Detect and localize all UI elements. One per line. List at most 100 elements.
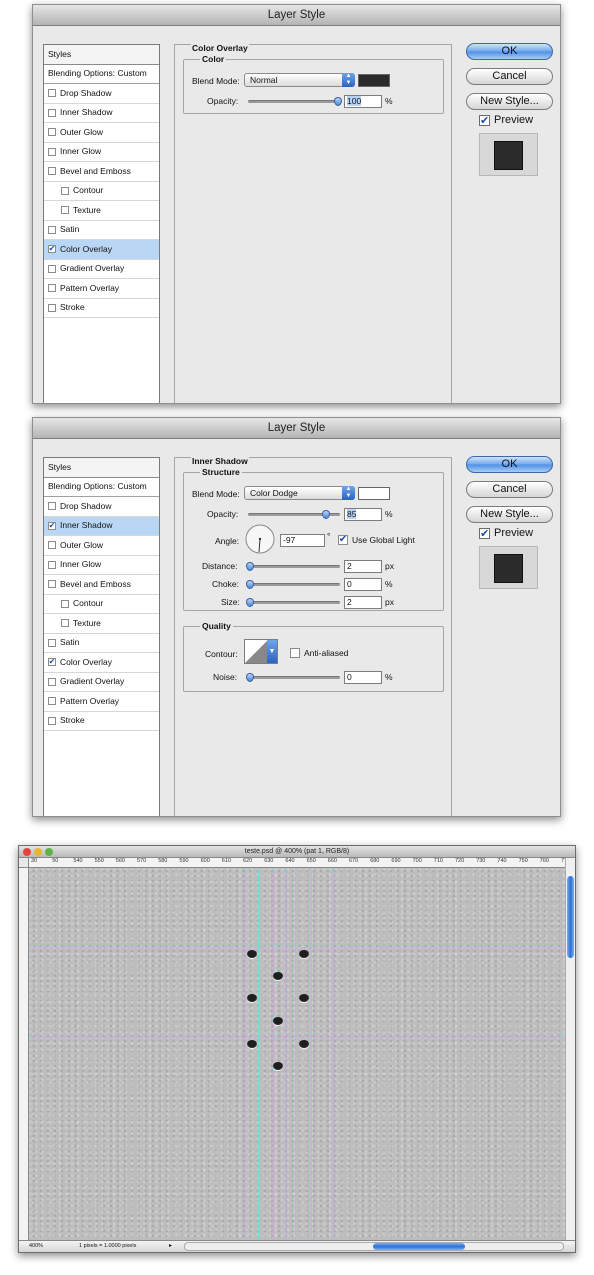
ok-button[interactable]: OK [466,456,553,473]
opacity-slider[interactable] [248,97,342,106]
style-item-inner-glow[interactable]: Inner Glow [44,556,159,575]
distance-slider[interactable] [246,562,340,571]
checkbox-box[interactable] [48,502,56,511]
checkbox-box[interactable] [48,264,56,273]
checkbox-box[interactable] [48,716,56,725]
vertical-scrollbar[interactable] [565,858,575,1242]
angle-dial[interactable] [244,523,276,555]
overlay-color-swatch[interactable] [358,74,390,87]
checkbox-box[interactable] [48,560,56,569]
cancel-button[interactable]: Cancel [466,481,553,498]
checkmark-icon[interactable]: ✔ [48,245,56,254]
checkbox-box[interactable] [48,541,56,550]
opacity-input[interactable]: 85 [344,508,382,521]
choke-slider[interactable] [246,580,340,589]
style-item-satin[interactable]: Satin [44,221,159,240]
style-item-contour[interactable]: Contour [44,595,159,614]
checkbox-box[interactable] [61,619,69,628]
style-item-satin[interactable]: Satin [44,634,159,653]
blending-options-item[interactable]: Blending Options: Custom [44,65,159,84]
checkbox-box[interactable] [48,303,56,312]
style-item-texture[interactable]: Texture [44,201,159,221]
choke-input[interactable]: 0 [344,578,382,591]
distance-input[interactable]: 2 [344,560,382,573]
size-input[interactable]: 2 [344,596,382,609]
shadow-color-swatch[interactable] [358,487,390,500]
checkbox-box[interactable] [48,167,56,176]
style-item-stroke[interactable]: Stroke [44,712,159,731]
checkbox-box[interactable] [48,580,56,589]
preview-checkbox[interactable]: ✔ Preview [479,527,533,539]
slider-knob[interactable] [246,562,254,571]
slider-knob[interactable] [322,510,330,519]
anti-aliased-checkbox[interactable]: Anti-aliased [290,648,348,658]
checkbox-box[interactable] [48,225,56,234]
style-item-bevel-and-emboss[interactable]: Bevel and Emboss [44,575,159,595]
slider-knob[interactable] [246,673,254,682]
new-style-button[interactable]: New Style... [466,506,553,523]
style-item-inner-shadow[interactable]: ✔ Inner Shadow [44,516,159,536]
style-item-color-overlay[interactable]: ✔ Color Overlay [44,653,159,673]
zoom-level[interactable]: 400% [29,1241,43,1252]
checkmark-icon[interactable]: ✔ [48,658,56,667]
style-item-inner-shadow[interactable]: Inner Shadow [44,104,159,123]
scrollbar-thumb[interactable] [567,876,574,958]
noise-slider[interactable] [246,673,340,682]
opacity-slider[interactable] [248,510,340,519]
checkbox-box[interactable] [48,89,56,98]
style-item-pattern-overlay[interactable]: Pattern Overlay [44,692,159,712]
cancel-button[interactable]: Cancel [466,68,553,85]
size-slider[interactable] [246,598,340,607]
style-item-outer-glow[interactable]: Outer Glow [44,536,159,556]
slider-knob[interactable] [246,598,254,607]
checkbox-box[interactable] [61,206,69,215]
checkbox-box[interactable] [61,186,69,195]
status-menu-arrow-icon[interactable]: ▸ [169,1241,172,1252]
ruler-origin[interactable] [19,858,29,868]
style-item-gradient-overlay[interactable]: Gradient Overlay [44,260,159,279]
scrollbar-thumb[interactable] [373,1243,465,1250]
contour-picker[interactable]: ▼ [244,639,278,664]
use-global-light-checkbox[interactable]: ✔ Use Global Light [338,535,415,545]
checkbox-box[interactable] [48,128,56,137]
checkmark-icon[interactable]: ✔ [48,521,56,530]
blend-mode-select[interactable]: Color Dodge ▲ ▼ [244,486,355,500]
noise-input[interactable]: 0 [344,671,382,684]
style-item-stroke[interactable]: Stroke [44,299,159,318]
styles-header[interactable]: Styles [44,45,159,65]
checkbox-box[interactable] [61,599,69,608]
blend-mode-select[interactable]: Normal ▲ ▼ [244,73,355,87]
new-style-button[interactable]: New Style... [466,93,553,110]
checkbox-box[interactable] [48,284,56,293]
style-item-texture[interactable]: Texture [44,614,159,634]
checkbox-box[interactable] [48,697,56,706]
style-item-drop-shadow[interactable]: Drop Shadow [44,84,159,104]
checkbox-box[interactable] [48,147,56,156]
style-item-drop-shadow[interactable]: Drop Shadow [44,497,159,517]
minimize-window-icon[interactable] [34,848,42,856]
angle-input[interactable]: -97 [280,534,325,547]
style-item-gradient-overlay[interactable]: Gradient Overlay [44,673,159,692]
checkbox-box[interactable] [48,108,56,117]
preview-checkbox[interactable]: ✔ Preview [479,114,533,126]
style-item-contour[interactable]: Contour [44,182,159,201]
document-canvas[interactable] [29,868,567,1242]
checkbox-box[interactable] [48,677,56,686]
styles-header[interactable]: Styles [44,458,159,478]
horizontal-scrollbar[interactable] [184,1242,564,1251]
opacity-input[interactable]: 100 [344,95,382,108]
style-item-pattern-overlay[interactable]: Pattern Overlay [44,279,159,299]
ok-button[interactable]: OK [466,43,553,60]
horizontal-ruler[interactable]: 30 50 540 550 560 570 580 590 600 610 620 630 640 650… [29,858,575,868]
style-item-outer-glow[interactable]: Outer Glow [44,123,159,143]
vertical-ruler[interactable] [19,868,29,1252]
style-item-inner-glow[interactable]: Inner Glow [44,143,159,162]
slider-knob[interactable] [334,97,342,106]
close-window-icon[interactable] [23,848,31,856]
zoom-window-icon[interactable] [45,848,53,856]
slider-knob[interactable] [246,580,254,589]
style-item-color-overlay[interactable]: ✔ Color Overlay [44,240,159,260]
style-item-bevel-and-emboss[interactable]: Bevel and Emboss [44,162,159,182]
status-info[interactable]: 1 pixels = 1.0000 pixels [79,1241,136,1252]
blending-options-item[interactable]: Blending Options: Custom [44,478,159,497]
